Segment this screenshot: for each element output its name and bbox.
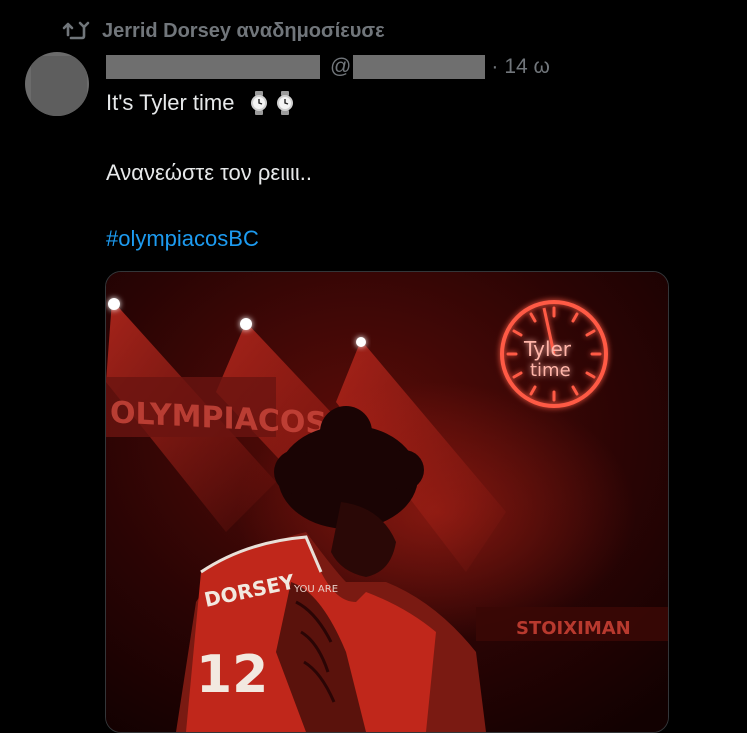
jersey-number: 12 bbox=[196, 645, 268, 705]
tweet-header: @ · 14 ω bbox=[106, 52, 550, 82]
repost-indicator[interactable]: Jerrid Dorsey αναδημοσίευσε bbox=[62, 18, 385, 44]
hashtag-link[interactable]: #olympiacosBC bbox=[106, 226, 259, 252]
clock-text-1: Tyler bbox=[523, 337, 572, 361]
tweet-line-1: It's Tyler time bbox=[106, 90, 295, 116]
avatar-redaction bbox=[31, 56, 87, 116]
avatar[interactable] bbox=[25, 52, 89, 116]
sponsor-text: STOIXIMAN bbox=[516, 618, 631, 639]
watch-icon bbox=[250, 91, 267, 115]
handle-prefix: @ bbox=[330, 55, 352, 78]
handle-redacted[interactable] bbox=[353, 55, 486, 79]
separator-dot: · bbox=[491, 55, 499, 78]
repost-icon bbox=[62, 21, 90, 40]
clock-text-2: time bbox=[530, 360, 571, 381]
repost-label: Jerrid Dorsey αναδημοσίευσε bbox=[102, 19, 385, 42]
timestamp[interactable]: 14 ω bbox=[504, 55, 550, 79]
tweet-line-2: Ανανεώστε τον ρειιιι.. bbox=[106, 160, 312, 185]
watch-icon bbox=[276, 91, 293, 115]
display-name-redacted[interactable] bbox=[106, 55, 320, 79]
tweet-media-image[interactable]: OLYMPIACOS STOIXIMAN Tyler time YOU ARE … bbox=[105, 271, 669, 733]
media-illustration: OLYMPIACOS STOIXIMAN Tyler time YOU ARE … bbox=[106, 272, 668, 732]
tattoo-text: YOU ARE bbox=[293, 584, 338, 595]
tweet-line-1-text: It's Tyler time bbox=[106, 90, 235, 115]
